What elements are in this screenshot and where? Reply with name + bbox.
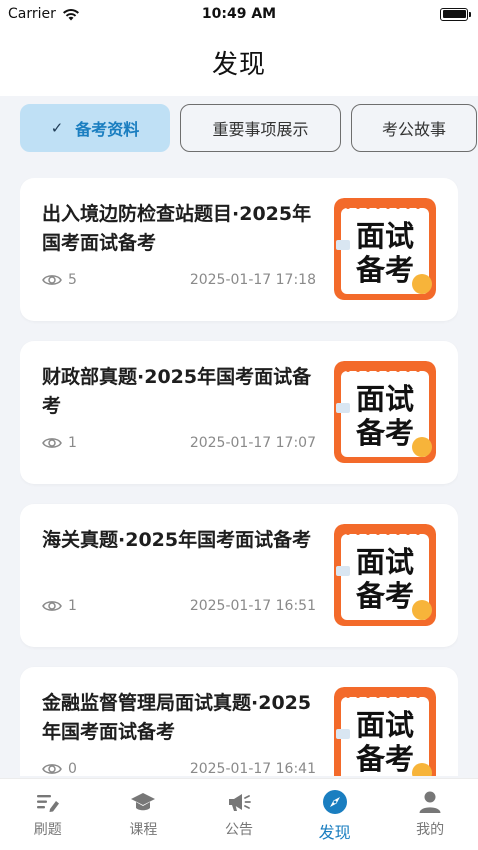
- thumb-text-line2: 备考: [355, 416, 414, 450]
- view-count: 1: [42, 598, 77, 614]
- eye-icon: [42, 438, 62, 448]
- tabbar-item-announcements[interactable]: 公告: [199, 789, 279, 839]
- article-card[interactable]: 金融监督管理局面试真题·2025年国考面试备考 0 2025-01-17 16:…: [20, 667, 458, 776]
- article-title: 财政部真题·2025年国考面试备考: [42, 366, 312, 417]
- article-meta: 1 2025-01-17 16:51: [42, 598, 316, 614]
- tab-important-items[interactable]: 重要事项展示: [180, 104, 341, 152]
- article-date: 2025-01-17 17:18: [189, 272, 316, 288]
- article-meta: 1 2025-01-17 17:07: [42, 435, 316, 451]
- article-meta: 0 2025-01-17 16:41: [42, 761, 316, 776]
- page-title: 发现: [211, 49, 266, 80]
- tabbar-label: 刷题: [33, 822, 62, 838]
- graduation-cap-icon: [131, 793, 156, 811]
- tabbar-label: 课程: [129, 822, 158, 838]
- notebook-thumbnail-image: 面试 备考: [334, 687, 436, 776]
- tabbar-item-profile[interactable]: 我的: [390, 789, 470, 839]
- thumb-text-line1: 面试: [356, 545, 414, 579]
- article-thumbnail: 面试 备考: [334, 361, 436, 463]
- category-tabs: ✓ 备考资料 重要事项展示 考公故事: [0, 96, 478, 160]
- view-count-value: 1: [68, 435, 77, 451]
- tab-exam-materials[interactable]: ✓ 备考资料: [20, 104, 170, 152]
- tabbar-label: 我的: [416, 822, 445, 838]
- header: 发现: [0, 28, 478, 96]
- view-count: 5: [42, 272, 77, 288]
- view-count: 0: [42, 761, 77, 776]
- notebook-thumbnail-image: 面试 备考: [334, 198, 436, 300]
- view-count-value: 5: [68, 272, 77, 288]
- pencil-list-icon: [36, 795, 59, 812]
- tabbar-item-discover[interactable]: 发现: [295, 789, 375, 843]
- article-list[interactable]: 出入境边防检查站题目·2025年国考面试备考 5 2025-01-17 17:1…: [20, 178, 458, 776]
- eye-icon: [42, 275, 62, 285]
- tabbar-label: 公告: [224, 822, 253, 838]
- status-bar: Carrier 10:49 AM: [0, 0, 478, 28]
- view-count-value: 0: [68, 761, 77, 776]
- article-date: 2025-01-17 16:41: [189, 761, 316, 776]
- tab-label: 重要事项展示: [212, 120, 309, 139]
- megaphone-icon: [228, 794, 251, 811]
- battery-icon: [440, 7, 471, 21]
- tab-exam-stories[interactable]: 考公故事: [351, 104, 477, 152]
- thumb-text-line1: 面试: [356, 382, 414, 416]
- tabbar-item-courses[interactable]: 课程: [103, 789, 183, 839]
- thumb-text-line2: 备考: [355, 579, 414, 613]
- tabbar-label: 发现: [318, 823, 351, 842]
- status-left: Carrier: [8, 6, 80, 22]
- article-title: 出入境边防检查站题目·2025年国考面试备考: [42, 203, 312, 254]
- notebook-thumbnail-image: 面试 备考: [334, 524, 436, 626]
- notebook-thumbnail-image: 面试 备考: [334, 361, 436, 463]
- compass-icon: [322, 790, 347, 814]
- eye-icon: [42, 764, 62, 774]
- thumb-text-line1: 面试: [356, 219, 414, 253]
- article-title: 金融监督管理局面试真题·2025年国考面试备考: [42, 692, 312, 743]
- checkmark-icon: ✓: [50, 119, 64, 137]
- article-thumbnail: 面试 备考: [334, 687, 436, 776]
- view-count-value: 1: [68, 598, 77, 614]
- thumb-text-line1: 面试: [356, 708, 414, 742]
- article-date: 2025-01-17 17:07: [189, 435, 316, 451]
- article-meta: 5 2025-01-17 17:18: [42, 272, 316, 288]
- person-icon: [419, 791, 441, 813]
- tab-label: 考公故事: [381, 120, 446, 139]
- article-date: 2025-01-17 16:51: [189, 598, 316, 614]
- article-card[interactable]: 海关真题·2025年国考面试备考 1 2025-01-17 16:51 面试 备…: [20, 504, 458, 647]
- thumb-text-line2: 备考: [355, 742, 414, 776]
- wifi-icon: [62, 8, 79, 20]
- article-thumbnail: 面试 备考: [334, 198, 436, 300]
- view-count: 1: [42, 435, 77, 451]
- thumb-text-line2: 备考: [355, 253, 414, 287]
- article-title: 海关真题·2025年国考面试备考: [42, 529, 312, 551]
- eye-icon: [42, 601, 62, 611]
- carrier-label: Carrier: [8, 6, 56, 22]
- bottom-tab-bar: 刷题 课程 公告 发现 我的: [0, 778, 478, 850]
- article-thumbnail: 面试 备考: [334, 524, 436, 626]
- article-card[interactable]: 出入境边防检查站题目·2025年国考面试备考 5 2025-01-17 17:1…: [20, 178, 458, 321]
- article-card[interactable]: 财政部真题·2025年国考面试备考 1 2025-01-17 17:07 面试 …: [20, 341, 458, 484]
- tab-label: 备考资料: [75, 120, 140, 139]
- tabbar-item-practice[interactable]: 刷题: [8, 789, 88, 839]
